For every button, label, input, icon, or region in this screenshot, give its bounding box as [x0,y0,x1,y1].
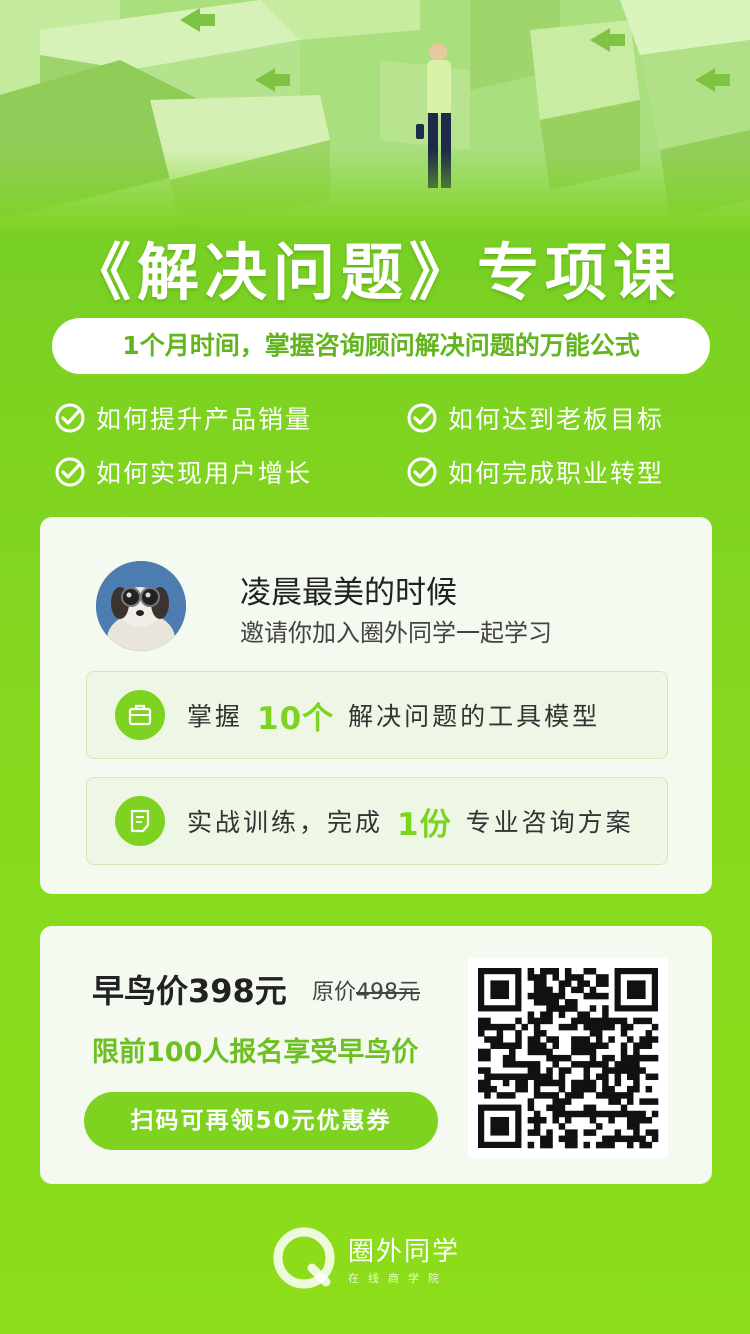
original-price: 原价498元 [312,974,420,1006]
check-circle-icon [55,457,85,487]
dog-avatar-image [96,561,186,651]
benefit-highlight: 10个 [257,700,335,737]
qr-code-icon [478,968,659,1149]
brand-tagline: 在线商学院 [348,1271,448,1285]
feature-item: 如何提升产品销量 [54,398,312,438]
check-circle-icon [407,403,437,433]
feature-label: 如何提升产品销量 [96,405,313,434]
invite-card: 凌晨最美的时候 邀请你加入圈外同学一起学习 掌握 10个 解决问题的工具模型 实… [40,517,712,894]
qr-code[interactable] [468,958,668,1158]
check-circle-icon [407,457,437,487]
check-circle-icon [55,403,85,433]
benefit-item: 实战训练，完成 1份 专业咨询方案 [86,777,668,865]
maze-illustration [0,0,750,230]
feature-item: 如何实现用户增长 [54,452,312,492]
footer-logo: 圈外同学 在线商学院 [272,1226,460,1290]
briefcase-icon [115,690,165,740]
limit-notice: 限前100人报名享受早鸟价 [92,1037,419,1068]
benefit-suffix: 专业咨询方案 [465,808,634,837]
benefit-prefix: 实战训练，完成 [187,808,384,837]
original-price-value: 498元 [356,980,421,1005]
avatar [96,561,186,651]
original-price-prefix: 原价 [312,980,357,1005]
brand-logo-icon [273,1227,335,1289]
benefit-highlight: 1份 [397,806,452,843]
feature-label: 如何完成职业转型 [448,459,665,488]
page-title: 《解决问题》专项课 [68,236,681,309]
invite-message: 邀请你加入圈外同学一起学习 [240,619,552,647]
brand-name: 圈外同学 [348,1236,461,1267]
feature-label: 如何达到老板目标 [448,405,665,434]
benefit-prefix: 掌握 [187,702,244,731]
coupon-button[interactable]: 扫码可再领50元优惠券 [84,1092,438,1150]
inviter-name: 凌晨最美的时候 [240,575,457,611]
subtitle-banner: 1个月时间，掌握咨询顾问解决问题的万能公式 [52,318,710,374]
feature-label: 如何实现用户增长 [96,459,313,488]
hero-illustration [0,0,750,230]
document-icon [115,796,165,846]
feature-item: 如何达到老板目标 [406,398,664,438]
benefit-item: 掌握 10个 解决问题的工具模型 [86,671,668,759]
benefit-suffix: 解决问题的工具模型 [348,702,601,731]
pricing-card: 早鸟价398元 原价498元 限前100人报名享受早鸟价 扫码可再领50元优惠券 [40,926,712,1184]
early-bird-price: 早鸟价398元 [92,972,287,1010]
feature-item: 如何完成职业转型 [406,452,664,492]
